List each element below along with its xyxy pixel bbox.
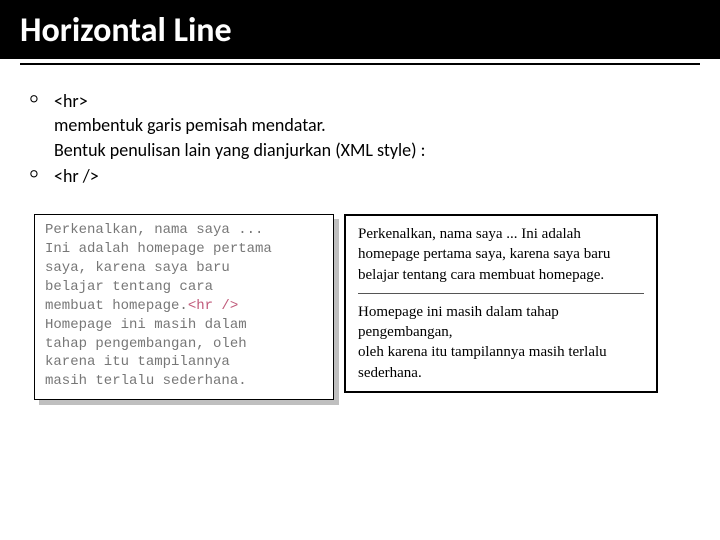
render-block: Perkenalkan, nama saya ... Ini adalah ho… [358, 224, 644, 383]
bullet-text: <hr /> [54, 165, 99, 187]
code-line: Ini adalah homepage pertama [45, 241, 272, 257]
hr-divider [358, 293, 644, 294]
code-tag-hr: <hr /> [188, 298, 238, 314]
render-panel: Perkenalkan, nama saya ... Ini adalah ho… [344, 214, 658, 400]
title-bar: Horizontal Line [0, 0, 720, 59]
render-paragraph-2a: Homepage ini masih dalam tahap pengemban… [358, 302, 644, 343]
code-panel-inner: Perkenalkan, nama saya ... Ini adalah ho… [34, 214, 334, 400]
bullet-list: <hr> membentuk garis pemisah mendatar. B… [54, 89, 680, 188]
code-block: Perkenalkan, nama saya ... Ini adalah ho… [45, 221, 323, 391]
bullet-desc-line2: Bentuk penulisan lain yang dianjurkan (X… [54, 138, 680, 162]
render-paragraph-2b: oleh karena itu tampilannya masih terlal… [358, 342, 644, 383]
code-line: Homepage ini masih dalam [45, 317, 247, 333]
slide-title: Horizontal Line [20, 10, 700, 51]
content-area: <hr> membentuk garis pemisah mendatar. B… [0, 65, 720, 200]
bullet-item-hr: <hr> membentuk garis pemisah mendatar. B… [54, 89, 680, 162]
bullet-item-hr-self-close: <hr /> [54, 164, 680, 188]
example-panels: Perkenalkan, nama saya ... Ini adalah ho… [34, 214, 686, 400]
code-line: membuat homepage. [45, 298, 188, 314]
code-line: Perkenalkan, nama saya ... [45, 222, 263, 238]
code-line: masih terlalu sederhana. [45, 373, 247, 389]
code-line: belajar tentang cara [45, 279, 213, 295]
code-line: tahap pengembangan, oleh [45, 336, 247, 352]
code-line: saya, karena saya baru [45, 260, 230, 276]
render-paragraph-1: Perkenalkan, nama saya ... Ini adalah ho… [358, 224, 644, 285]
bullet-desc-line1: membentuk garis pemisah mendatar. [54, 113, 680, 137]
render-panel-inner: Perkenalkan, nama saya ... Ini adalah ho… [344, 214, 658, 393]
code-line: karena itu tampilannya [45, 354, 230, 370]
bullet-text: <hr> [54, 90, 88, 112]
code-panel: Perkenalkan, nama saya ... Ini adalah ho… [34, 214, 334, 400]
